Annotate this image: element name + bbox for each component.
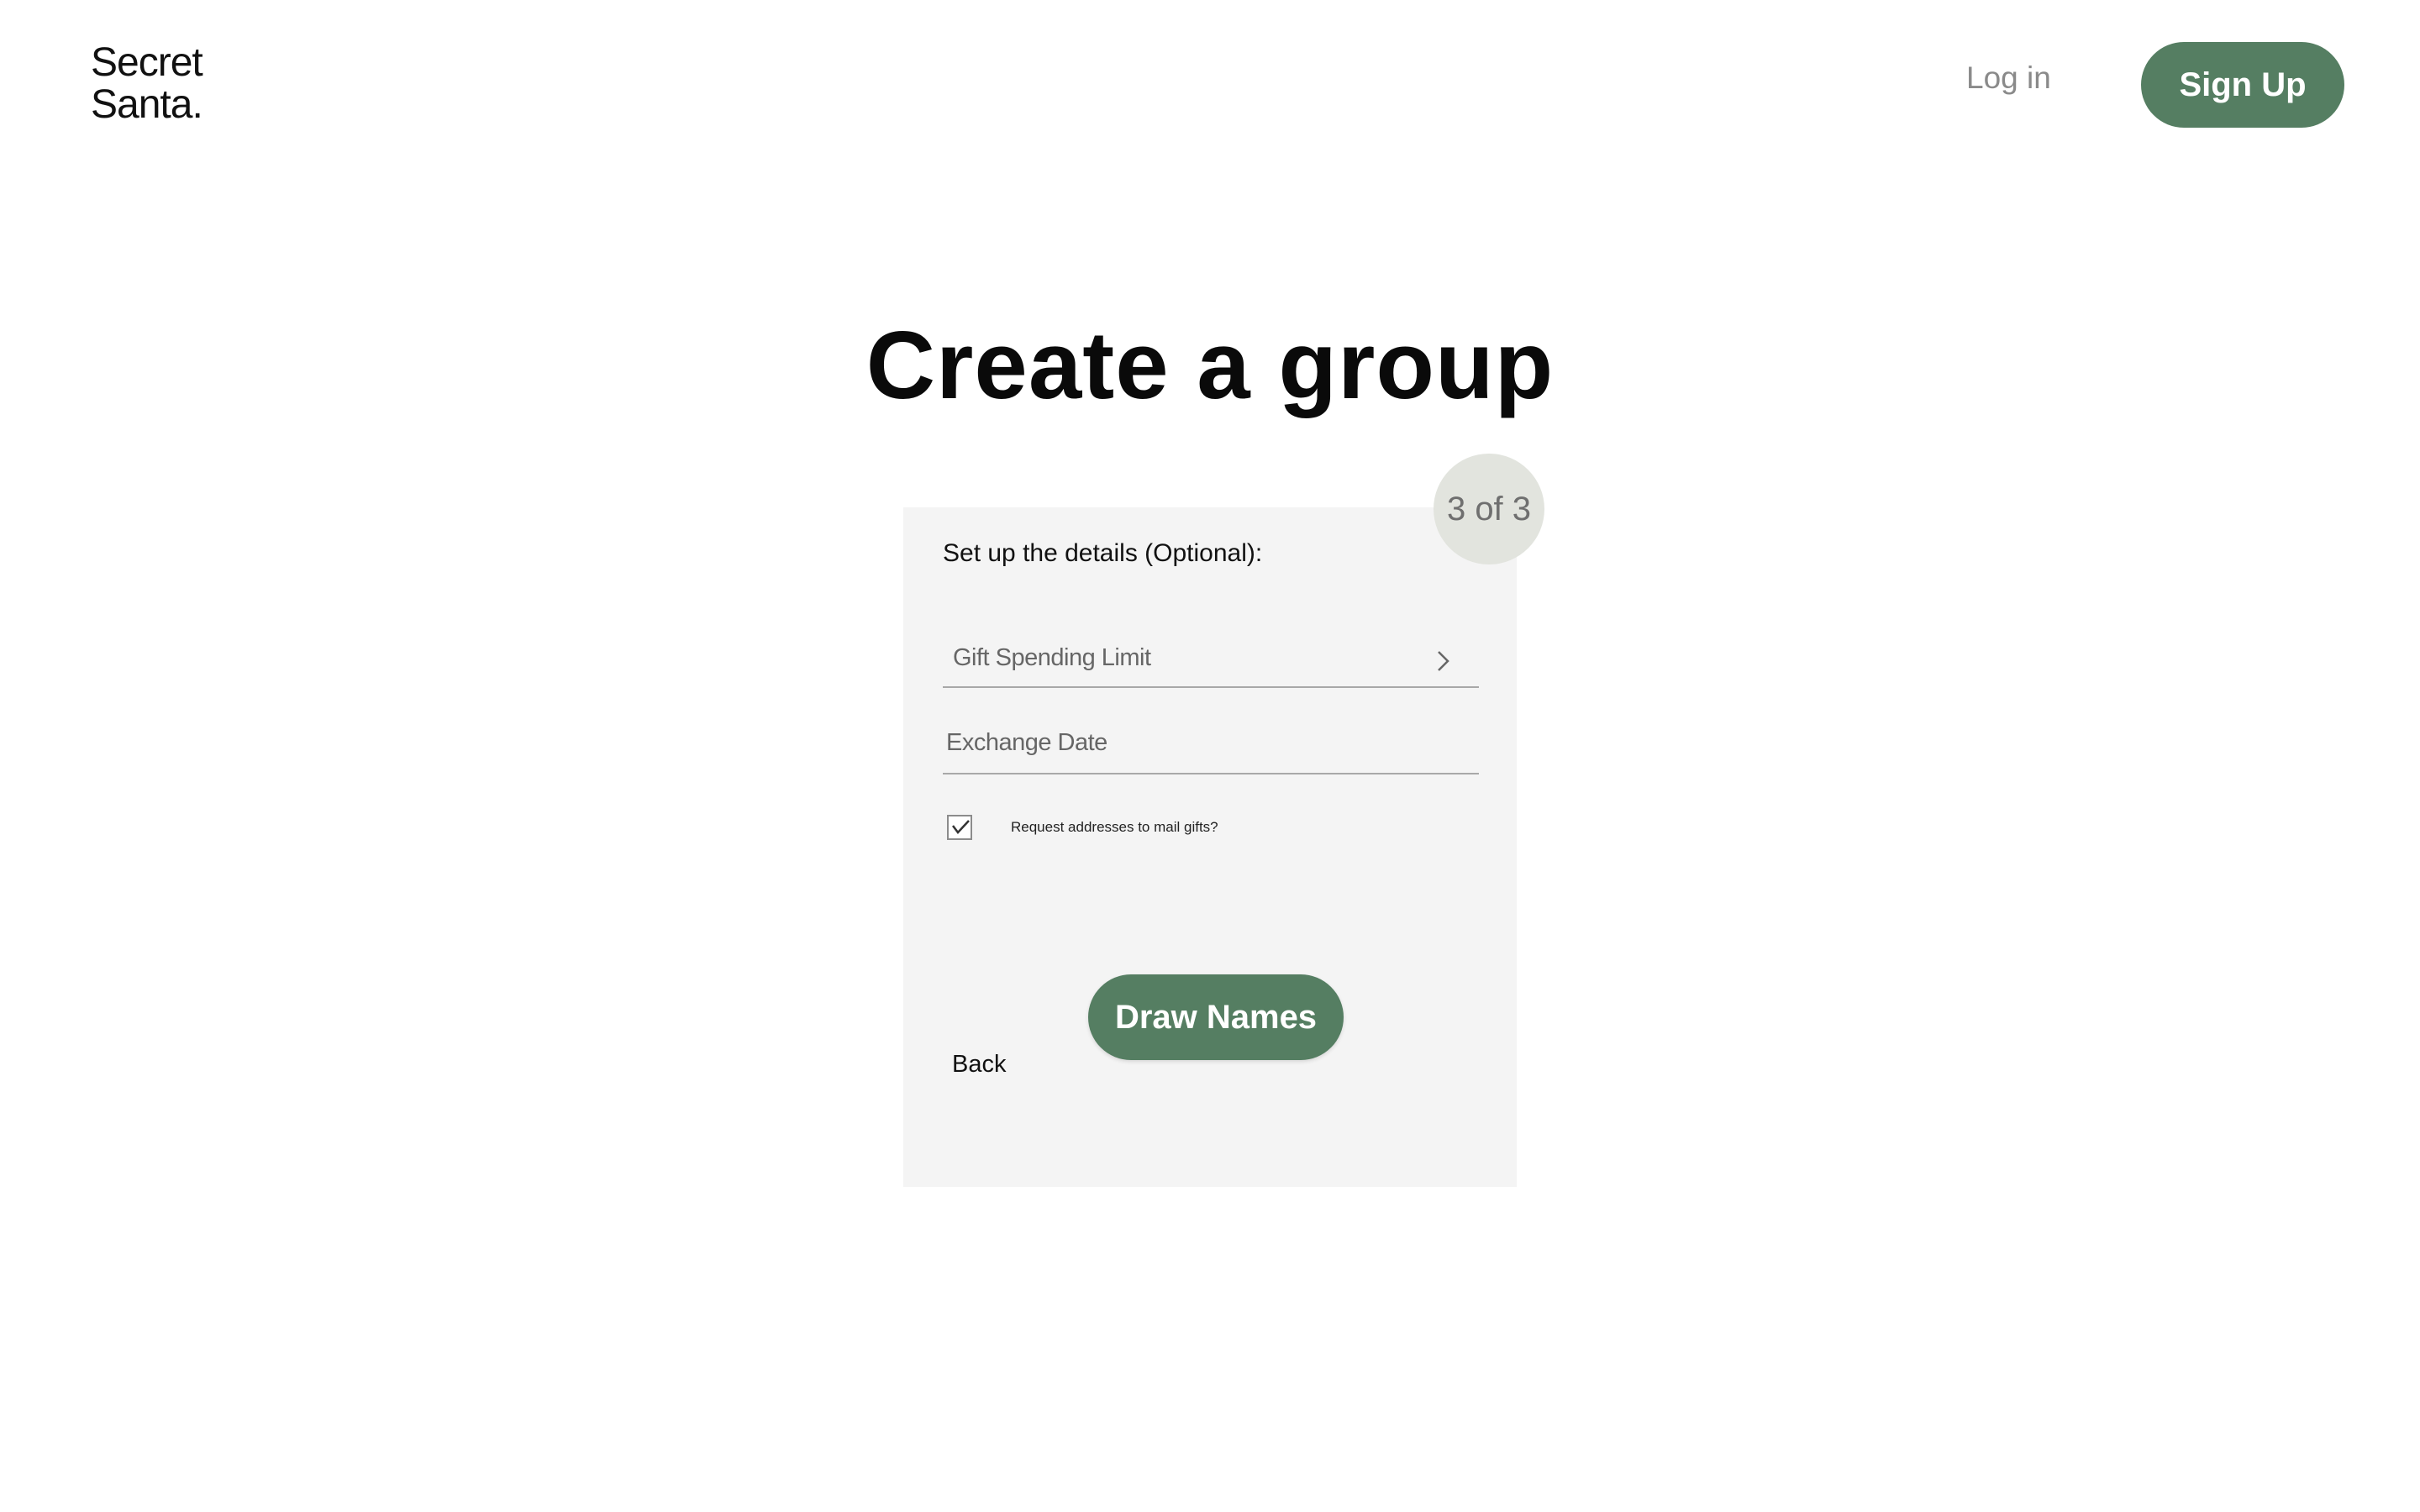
logo[interactable]: Secret Santa. <box>91 42 203 126</box>
card-heading: Set up the details (Optional): <box>943 539 1263 567</box>
group-details-card: Set up the details (Optional): Gift Spen… <box>903 507 1517 1187</box>
logo-line-1: Secret <box>91 40 203 85</box>
login-link[interactable]: Log in <box>1966 60 2051 96</box>
exchange-date-label: Exchange Date <box>946 729 1107 756</box>
page: Secret Santa. Log in Sign Up Create a gr… <box>0 0 2420 1512</box>
step-badge: 3 of 3 <box>1434 454 1544 564</box>
mail-addresses-checkbox[interactable] <box>947 815 972 840</box>
chevron-right-icon <box>1438 651 1449 671</box>
signup-button[interactable]: Sign Up <box>2141 42 2344 128</box>
gift-spending-limit-field[interactable]: Gift Spending Limit <box>943 638 1479 688</box>
checkmark-icon <box>952 820 970 834</box>
gift-spending-limit-label: Gift Spending Limit <box>953 644 1151 671</box>
exchange-date-field[interactable]: Exchange Date <box>943 722 1479 774</box>
draw-names-button[interactable]: Draw Names <box>1088 974 1344 1060</box>
back-link[interactable]: Back <box>952 1051 1006 1079</box>
logo-line-2: Santa. <box>91 82 203 127</box>
mail-addresses-label: Request addresses to mail gifts? <box>1011 819 1218 835</box>
page-title: Create a group <box>865 312 1555 419</box>
